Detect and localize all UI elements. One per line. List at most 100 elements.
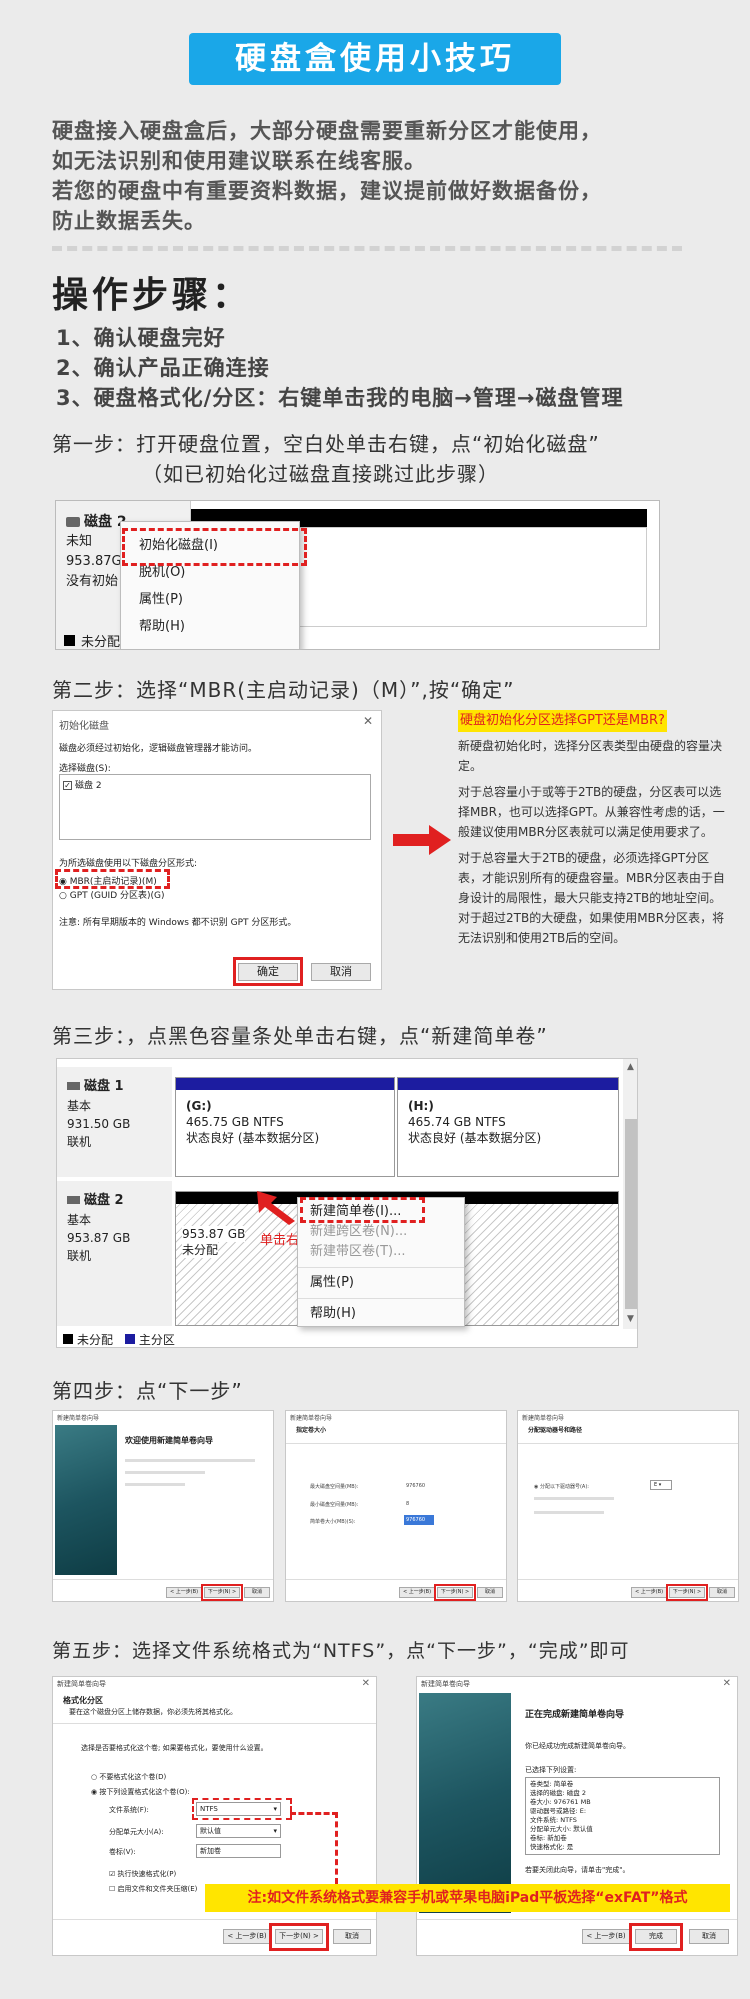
do-format-option[interactable]: ◉ 按下列设置格式化这个卷(O): [91,1787,190,1797]
settings-summary-box[interactable]: 卷类型: 简单卷 选择的磁盘: 磁盘 2 卷大小: 976761 MB 驱动器号… [525,1777,720,1855]
highlight-box [233,957,303,986]
highlight-box [192,1798,292,1820]
cancel-button[interactable]: 取消 [311,963,371,981]
disk2-type: 基本 [67,1213,92,1227]
radio-gpt[interactable]: ○ GPT (GUID 分区表)(G) [59,888,165,901]
checkbox-icon[interactable]: ✓ [63,781,72,790]
partition-g-status: 状态良好 (基本数据分区) [186,1131,320,1145]
summary-line: 快速格式化: 是 [530,1843,574,1851]
unallocated-label: 未分配 [182,1242,219,1258]
format-choose-text: 选择是否要格式化这个卷; 如果要格式化，要使用什么设置。 [81,1744,268,1752]
legend-primary-label: 主分区 [138,1333,175,1347]
do-format-label: 按下列设置格式化这个卷(O): [99,1788,190,1796]
summary-line: 卷类型: 简单卷 [530,1780,574,1788]
complete-desc: 你已经成功完成新建简单卷向导。 [525,1742,630,1750]
summary-line: 文件系统: NTFS [530,1816,577,1824]
disk-icon [66,517,80,527]
disk-list[interactable]: ✓ 磁盘 2 [59,774,371,840]
volume-size-input[interactable]: 976760 [404,1515,434,1525]
close-icon[interactable]: ✕ [723,1678,731,1689]
format-heading: 格式化分区 [63,1696,103,1705]
disk1-name: 磁盘 1 [84,1079,124,1094]
menu-item-new-striped-volume[interactable]: 新建带区卷(T)... [298,1242,464,1262]
divider [52,246,682,251]
highlight-box [434,1584,476,1601]
back-button[interactable]: < 上一步(B) [399,1587,435,1598]
no-format-option[interactable]: ○ 不要格式化这个卷(D) [91,1772,166,1782]
highlight-box [629,1923,683,1951]
intro-line: 硬盘接入硬盘盒后，大部分硬盘需要重新分区才能使用， [52,119,602,143]
assign-drive-option[interactable]: ◉ 分配以下驱动器号(A): [534,1483,589,1490]
partition-h[interactable]: (H:) 465.74 GB NTFS 状态良好 (基本数据分区) [397,1077,619,1177]
menu-item-properties[interactable]: 属性(P) [121,586,299,613]
min-space-label: 最小磁盘空间量(MB): [310,1502,359,1508]
fs-label: 文件系统(F): [109,1806,149,1814]
unit-select[interactable]: 默认值 ▾ [196,1824,281,1838]
wizard-title: 新建简单卷向导 [290,1415,333,1422]
drive-letter-select[interactable]: E ▾ [650,1480,672,1490]
connector-line [290,1812,338,1815]
drive-letter-value: E [654,1482,658,1488]
compression-checkbox[interactable]: ☐ 启用文件和文件夹压缩(E) [109,1884,197,1894]
close-icon[interactable]: ✕ [363,714,373,728]
partition-h-label: (H:) [408,1099,434,1113]
back-button[interactable]: < 上一步(B) [631,1587,667,1598]
legend-primary-swatch [124,1334,135,1344]
unit-value: 默认值 [200,1827,221,1835]
volume-label-label: 卷标(V): [109,1848,136,1856]
scrollbar[interactable]: ▲ ▼ [623,1059,637,1329]
back-button[interactable]: < 上一步(B) [223,1929,271,1944]
volume-size-label: 简单卷大小(MB)(S): [310,1519,356,1525]
volume-label-input[interactable]: 新加卷 [196,1844,281,1858]
init-disk-dialog: 初始化磁盘 ✕ 磁盘必须经过初始化，逻辑磁盘管理器才能访问。 选择磁盘(S): … [52,710,382,990]
steps-list-item: 1、确认硬盘完好 [56,326,226,350]
summary-line: 分配单元大小: 默认值 [530,1825,593,1833]
cancel-button[interactable]: 取消 [244,1587,270,1598]
disk-management-panel: 磁盘 2 未知 953.87G 没有初始 未分配 初始化磁盘(I) 脱机(O) … [55,500,660,650]
partition-g-size: 465.75 GB NTFS [186,1115,284,1129]
disk1-type: 基本 [67,1099,92,1113]
cancel-button[interactable]: 取消 [477,1587,503,1598]
highlight-box [300,1197,425,1223]
scroll-down-icon[interactable]: ▼ [627,1314,634,1324]
wizard-title: 新建简单卷向导 [57,1680,106,1688]
highlight-box [122,528,307,566]
back-button[interactable]: < 上一步(B) [582,1929,630,1944]
wizard-drive-letter: 新建简单卷向导 分配驱动器号和路径 ◉ 分配以下驱动器号(A): E ▾ < 上… [517,1410,739,1602]
summary-line: 卷标: 新加卷 [530,1834,567,1842]
back-button[interactable]: < 上一步(B) [166,1587,202,1598]
cancel-button[interactable]: 取消 [333,1929,371,1944]
cancel-button[interactable]: 取消 [689,1929,729,1944]
select-disk-label: 选择磁盘(S): [59,764,111,774]
menu-item-help[interactable]: 帮助(H) [121,613,299,640]
menu-item-help[interactable]: 帮助(H) [298,1304,464,1324]
close-icon[interactable]: ✕ [362,1678,370,1689]
steps-title: 操作步骤： [52,275,253,316]
menu-item-properties[interactable]: 属性(P) [298,1273,464,1293]
partition-g[interactable]: (G:) 465.75 GB NTFS 状态良好 (基本数据分区) [175,1077,395,1177]
disk-status-line: 未知 [66,534,93,549]
compression-label: 启用文件和文件夹压缩(E) [117,1885,198,1893]
cancel-button[interactable]: 取消 [709,1587,735,1598]
intro-line: 若您的硬盘中有重要资料数据，建议提前做好数据备份， [52,179,602,203]
disk1-size: 931.50 GB [67,1117,131,1131]
scroll-thumb[interactable] [625,1119,637,1309]
menu-divider [298,1298,464,1299]
radio-gpt-label: GPT (GUID 分区表)(G) [69,891,165,901]
explainer-paragraph: 对于总容量小于或等于2TB的硬盘，分区表可以选择MBR，也可以选择GPT。从兼容… [458,785,725,839]
disk2-size: 953.87 GB [67,1231,131,1245]
step4-heading: 第四步：点“下一步” [52,1379,243,1403]
page-title: 硬盘盒使用小技巧 [189,33,561,85]
step1-subheading: （如已初始化过磁盘直接跳过此步骤） [142,462,499,486]
dialog-title: 初始化磁盘 [59,721,109,732]
no-format-label: 不要格式化这个卷(D) [99,1773,167,1781]
scroll-up-icon[interactable]: ▲ [627,1062,634,1072]
partition-h-size: 465.74 GB NTFS [408,1115,506,1129]
legend-unallocated-label: 未分配 [77,1333,114,1347]
disk2-info: 磁盘 2 基本 953.87 GB 联机 [57,1181,172,1326]
wizard-volume-size: 新建简单卷向导 指定卷大小 最大磁盘空间量(MB): 976760 最小磁盘空间… [285,1410,507,1602]
quick-format-checkbox[interactable]: ☑ 执行快速格式化(P) [109,1869,176,1879]
legend-unallocated-swatch [63,1334,73,1344]
disk-status-line: 没有初始 [66,574,119,589]
menu-item-new-spanned-volume[interactable]: 新建跨区卷(N)... [298,1222,464,1242]
